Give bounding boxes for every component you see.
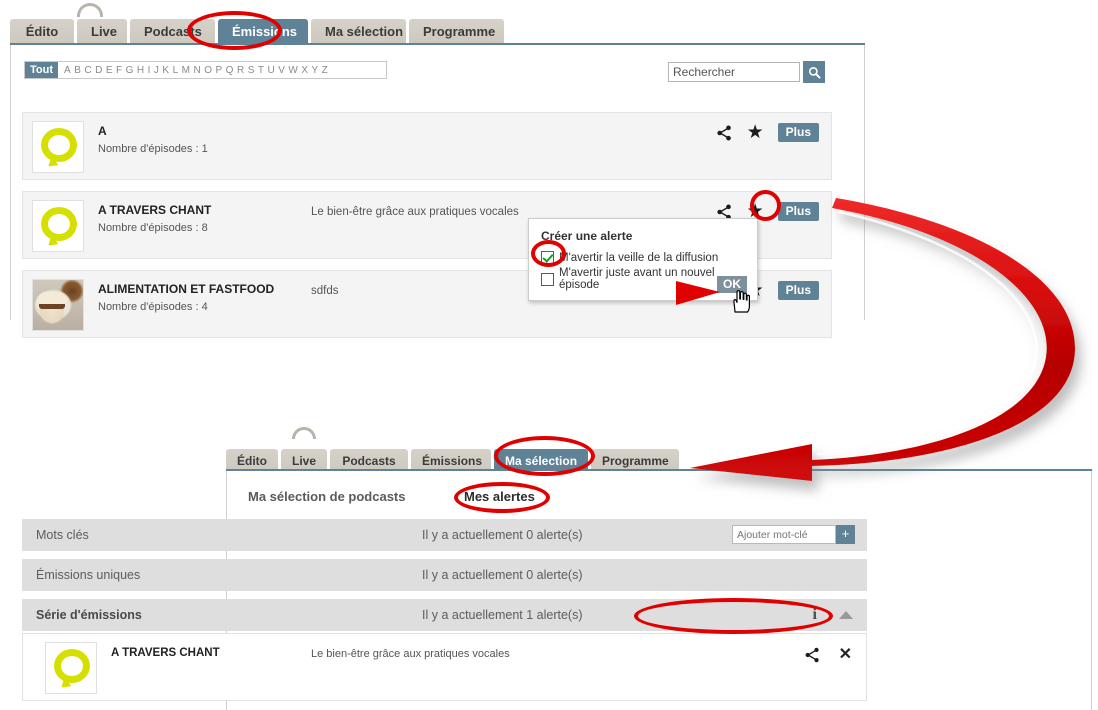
show-thumbnail (32, 200, 84, 252)
section-count: Il y a actuellement 0 alerte(s) (422, 528, 583, 542)
search-area (668, 61, 825, 83)
screenshot-root: Édito Live Podcasts Émissions Ma sélecti… (0, 0, 1098, 710)
alert-item-actions: ✕ (804, 647, 852, 663)
show-thumbnail (32, 279, 84, 331)
speech-bubble-icon (41, 128, 77, 162)
show-title[interactable]: ALIMENTATION ET FASTFOOD (98, 282, 274, 296)
tab-edito[interactable]: Édito (10, 19, 74, 45)
more-button[interactable]: Plus (777, 202, 819, 221)
alert-item-title[interactable]: A TRAVERS CHANT (111, 647, 220, 659)
selection-heading: Ma sélection de podcasts (248, 489, 406, 504)
filter-letter[interactable]: Z (322, 65, 329, 76)
list-item[interactable]: A TRAVERS CHANT Le bien-être grâce aux p… (22, 633, 867, 701)
filter-letter[interactable]: K (162, 65, 169, 76)
alphabet-filter: Tout A B C D E F G H I J K L M N O P Q R… (24, 61, 387, 79)
search-icon (808, 66, 821, 79)
filter-letter[interactable]: W (288, 65, 298, 76)
filter-letter[interactable]: C (84, 65, 92, 76)
decorative-arc (77, 3, 103, 17)
add-keyword-button[interactable]: + (836, 525, 855, 544)
section-count: Il y a actuellement 0 alerte(s) (422, 568, 583, 582)
filter-letters: A B C D E F G H I J K L M N O P Q R S T … (58, 65, 328, 76)
show-episode-count: Nombre d'épisodes : 4 (98, 301, 208, 313)
highlight-mes-alertes (454, 482, 550, 513)
filter-letter[interactable]: Y (312, 65, 319, 76)
share-icon[interactable] (804, 647, 821, 663)
filter-letter[interactable]: F (116, 65, 123, 76)
filter-letter[interactable]: M (182, 65, 191, 76)
show-thumbnail (32, 121, 84, 173)
section-label: Mots clés (36, 528, 89, 542)
checkbox-nouvel-episode[interactable] (541, 272, 554, 286)
alert-item-description: Le bien-être grâce aux pratiques vocales (311, 648, 510, 660)
show-episode-count: Nombre d'épisodes : 1 (98, 143, 208, 155)
keyword-input[interactable] (732, 525, 836, 544)
row-actions: ★ Plus (716, 123, 819, 142)
filter-letter[interactable]: T (258, 65, 265, 76)
filter-letter[interactable]: S (248, 65, 255, 76)
filter-letter[interactable]: I (148, 65, 151, 76)
speech-bubble-icon (41, 207, 77, 241)
highlight-star-row2 (750, 190, 781, 221)
caret-up-icon[interactable] (839, 611, 853, 619)
filter-letter[interactable]: X (301, 65, 308, 76)
star-icon[interactable]: ★ (747, 123, 764, 142)
filter-letter[interactable]: B (74, 65, 81, 76)
highlight-tab-emissions (187, 11, 282, 50)
show-title[interactable]: A (98, 124, 107, 138)
close-icon[interactable]: ✕ (839, 647, 852, 663)
search-button[interactable] (803, 61, 825, 83)
show-description: sdfds (311, 285, 339, 297)
tab-ma-selection[interactable]: Ma sélection (311, 19, 406, 45)
speech-bubble-icon (54, 649, 90, 683)
show-episode-count: Nombre d'épisodes : 8 (98, 222, 208, 234)
decorative-arc (292, 427, 316, 439)
highlight-checkbox-veille (531, 240, 566, 267)
filter-letter[interactable]: D (95, 65, 103, 76)
section-count: Il y a actuellement 1 alerte(s) (422, 608, 583, 622)
filter-letter[interactable]: N (193, 65, 201, 76)
filter-letter[interactable]: J (154, 65, 160, 76)
tab-programme[interactable]: Programme (409, 19, 504, 45)
filter-letter[interactable]: U (267, 65, 275, 76)
keyword-add-area: + (732, 525, 855, 544)
alert-section-emissions-uniques[interactable]: Émissions uniques Il y a actuellement 0 … (22, 559, 867, 591)
share-icon[interactable] (716, 125, 733, 141)
food-photo (33, 280, 83, 330)
show-title[interactable]: A TRAVERS CHANT (98, 203, 211, 217)
mouse-cursor (733, 290, 750, 313)
filter-letter[interactable]: Q (226, 65, 234, 76)
show-thumbnail (45, 642, 97, 694)
section-label: Émissions uniques (36, 568, 141, 582)
tab-live[interactable]: Live (77, 19, 127, 45)
filter-letter[interactable]: G (126, 65, 134, 76)
filter-letter[interactable]: H (137, 65, 145, 76)
filter-letter[interactable]: O (204, 65, 212, 76)
filter-letter[interactable]: R (237, 65, 245, 76)
filter-letter[interactable]: V (278, 65, 285, 76)
highlight-tab-ma-selection (494, 436, 595, 476)
search-input[interactable] (668, 62, 800, 82)
filter-tout-button[interactable]: Tout (25, 62, 59, 78)
section-label: Série d'émissions (36, 608, 142, 622)
alert-option-label: M'avertir la veille de la diffusion (559, 251, 719, 264)
filter-letter[interactable]: P (216, 65, 223, 76)
highlight-serie-count (634, 598, 833, 634)
more-button[interactable]: Plus (777, 281, 819, 300)
show-description: Le bien-être grâce aux pratiques vocales (311, 206, 519, 218)
table-row[interactable]: A Nombre d'épisodes : 1 ★ Plus (22, 112, 832, 180)
more-button[interactable]: Plus (777, 123, 819, 142)
alert-section-mots-cles[interactable]: Mots clés Il y a actuellement 0 alerte(s… (22, 519, 867, 551)
filter-letter[interactable]: E (106, 65, 113, 76)
filter-letter[interactable]: L (173, 65, 179, 76)
filter-letter[interactable]: A (64, 65, 71, 76)
